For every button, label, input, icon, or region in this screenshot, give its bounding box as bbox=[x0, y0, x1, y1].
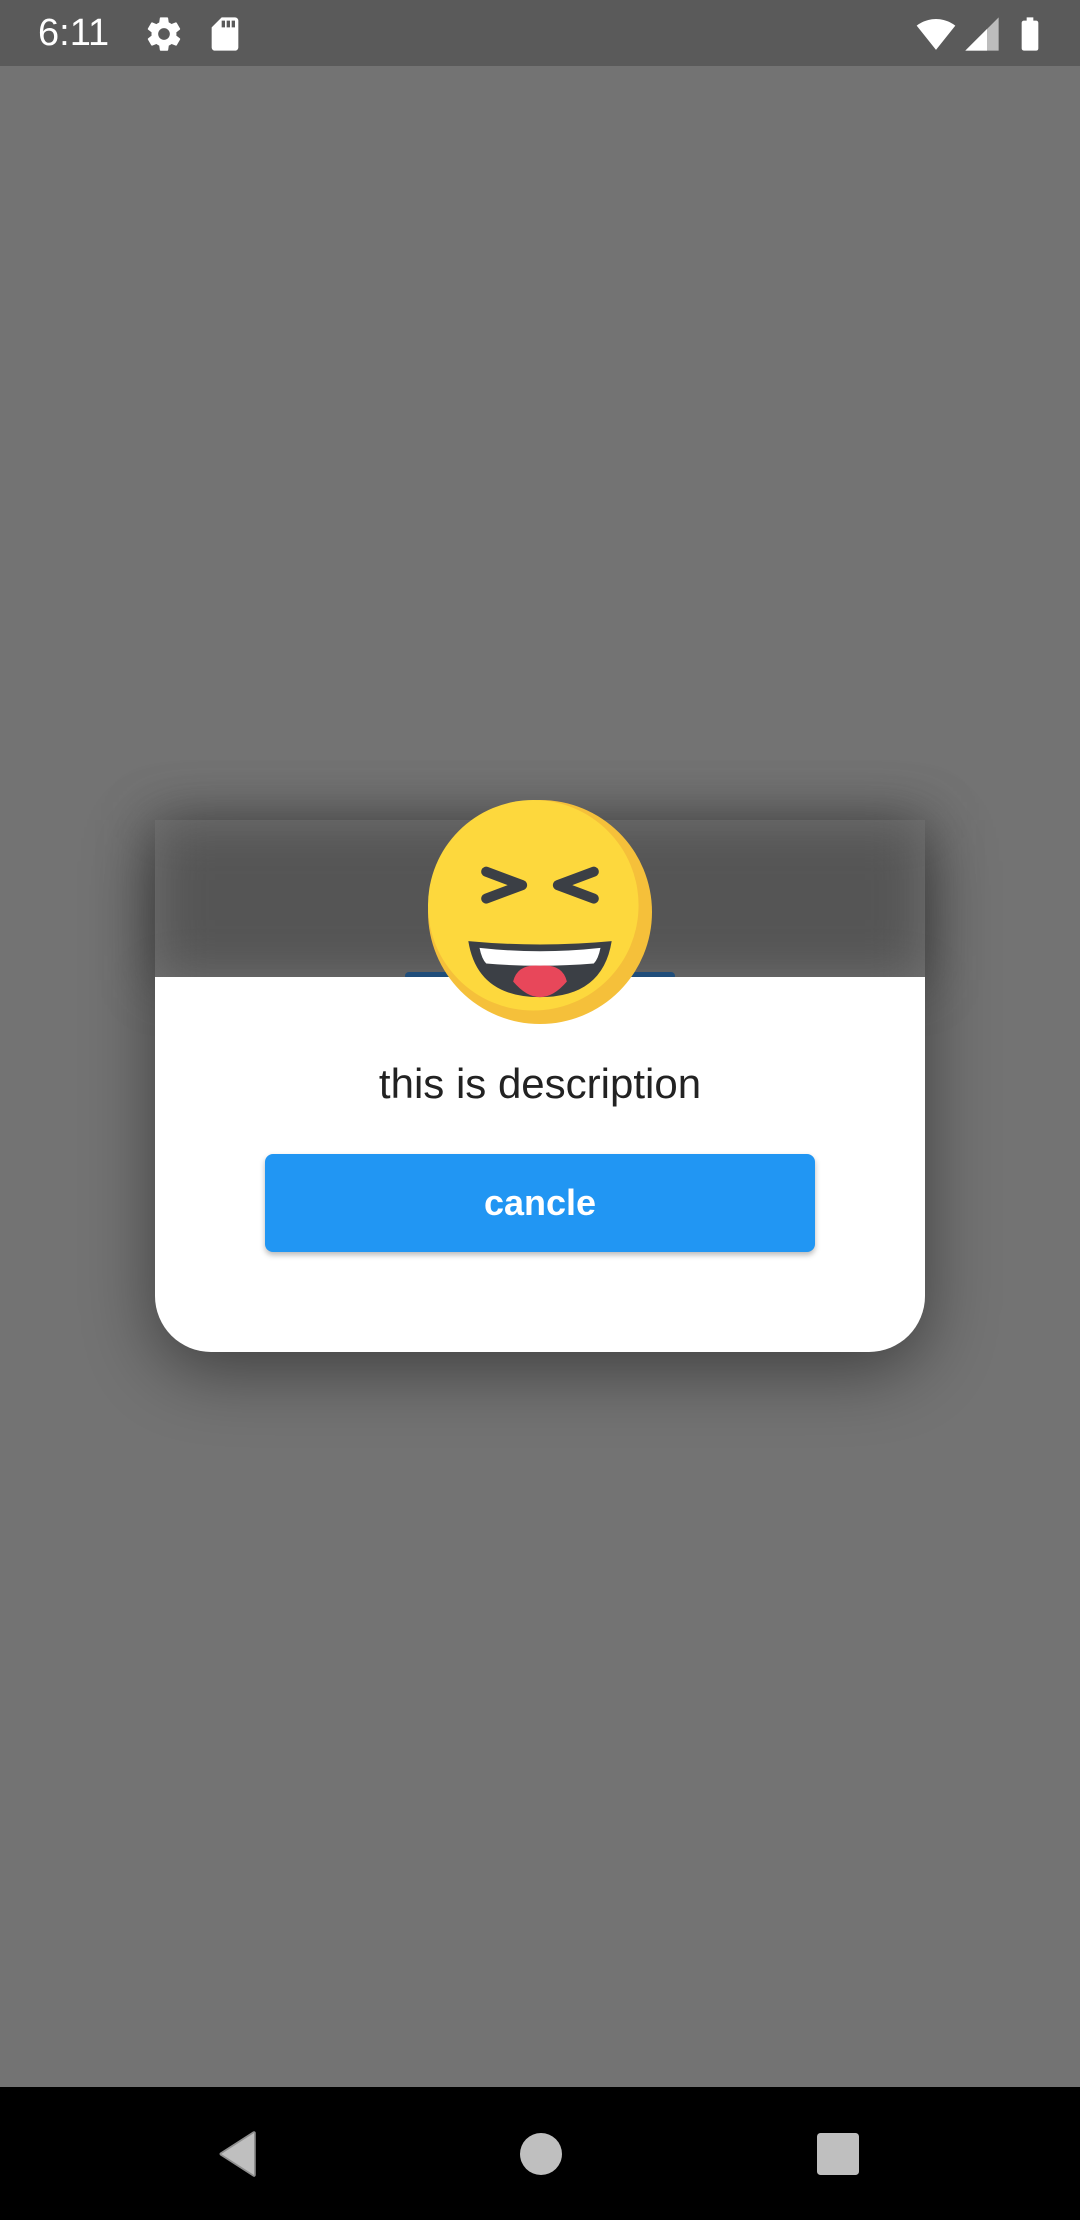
sd-card-icon bbox=[205, 14, 245, 54]
cancel-button[interactable]: cancle bbox=[265, 1154, 815, 1252]
status-bar: 6:11 bbox=[0, 0, 1080, 66]
battery-icon bbox=[1010, 14, 1050, 54]
dialog-description: this is description bbox=[378, 1060, 702, 1107]
gear-icon bbox=[144, 14, 184, 54]
laughing-face-icon bbox=[428, 800, 652, 1024]
status-time: 6:11 bbox=[38, 12, 110, 54]
wifi-icon bbox=[914, 14, 958, 54]
home-icon[interactable] bbox=[513, 2126, 569, 2182]
screen: 6:11 this is description cancle bbox=[0, 0, 1080, 2220]
back-icon[interactable] bbox=[212, 2126, 268, 2182]
signal-icon bbox=[962, 14, 1002, 54]
recents-icon[interactable] bbox=[810, 2126, 866, 2182]
